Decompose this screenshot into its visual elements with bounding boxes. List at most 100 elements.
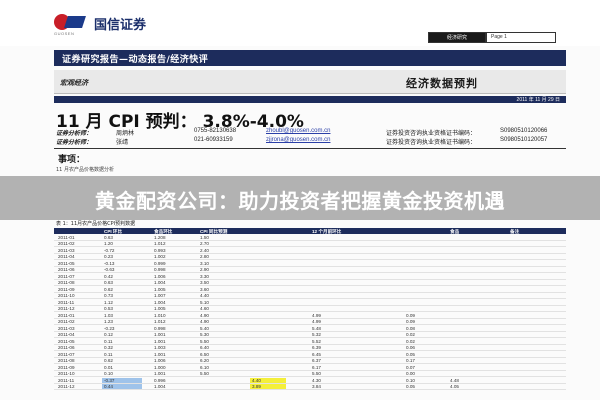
table-cell: 1.006 <box>154 358 166 364</box>
table-cell: 1.007 <box>154 293 166 299</box>
table-cell: 0.998 <box>154 267 166 273</box>
table-row: 2011-12 0.44 1.004 3.89 3.84 0.05 4.05 <box>54 384 566 390</box>
table-cell: 1.23 <box>104 319 113 325</box>
table-cell: 0.42 <box>104 273 113 279</box>
table-cell: 1.002 <box>154 254 166 260</box>
table-cell: 5.50 <box>200 338 209 344</box>
table-cell: 2011-04 <box>58 254 75 260</box>
table-cell: 1.012 <box>154 319 166 325</box>
table-cell: 3.84 <box>312 384 321 390</box>
analyst-cert: S0980510120066 <box>500 128 548 134</box>
table-cell: -0.72 <box>104 247 115 253</box>
table-cell: 4.90 <box>200 312 209 318</box>
logo-mark-icon: GUOSEN <box>54 12 88 36</box>
table-cell: 2011-07 <box>58 273 75 279</box>
events-summary: 11 月农产品价格数据分析 <box>56 167 114 173</box>
table-cell: 6.45 <box>312 351 321 357</box>
table-cell: 2011-02 <box>58 241 75 247</box>
table-cell: 5.32 <box>312 332 321 338</box>
analyst-cert-label: 证券投资咨询执业资格证书编码： <box>386 140 477 146</box>
table-cell: 2011-09 <box>58 286 75 292</box>
table-cell: 3.60 <box>200 286 209 292</box>
table-caption: 表 1：11月农产品价格CPI预判数据 <box>56 221 136 227</box>
table-cell: 0.05 <box>406 384 415 390</box>
table-cell: 0.09 <box>406 319 415 325</box>
analyst-email-link[interactable]: zjjrona@guosen.com.cn <box>266 137 330 143</box>
report-header: GUOSEN 国信证券 经济研究 Page 1 <box>0 0 600 46</box>
table-cell: -0.23 <box>104 325 115 331</box>
analyst-name: 张靖 <box>116 140 129 146</box>
table-cell: 2.90 <box>200 267 209 273</box>
table-cell: 2011-06 <box>58 345 75 351</box>
report-type-text: 证券研究报告—动态报告/经济快评 <box>62 55 209 65</box>
analyst-email-link[interactable]: zhoubl@guosen.com.cn <box>266 128 330 134</box>
table-cell: 5.10 <box>200 299 209 305</box>
analyst-row: 证券分析师： 周炳林 0755-82130638 zhoubl@guosen.c… <box>56 128 566 137</box>
table-cell: 5.30 <box>200 332 209 338</box>
table-cell: 2.70 <box>200 241 209 247</box>
analyst-cert-label: 证券投资咨询执业资格证书编码： <box>386 131 477 137</box>
table-cell: 1.001 <box>154 338 166 344</box>
table-cell: 2011-10 <box>58 293 75 299</box>
table-cell: 4.99 <box>312 312 321 318</box>
table-cell: 3.10 <box>200 260 209 266</box>
table-cell: 3.89 <box>250 384 286 390</box>
table-cell: 0.10 <box>406 377 415 383</box>
table-cell: 2011-07 <box>58 351 75 357</box>
table-cell: -0.63 <box>104 267 115 273</box>
table-cell: 0.12 <box>104 332 113 338</box>
table-cell: 0.10 <box>104 371 113 377</box>
table-cell: 1.12 <box>104 299 113 305</box>
analyst-role: 证券分析师： <box>56 131 93 137</box>
table-cell: 2011-03 <box>58 325 75 331</box>
table-cell: 6.10 <box>200 364 209 370</box>
report-date: 2011 年 11 月 29 日 <box>516 97 560 103</box>
table-cell: 5.52 <box>312 338 321 344</box>
table-cell: 2011-11 <box>58 377 75 383</box>
table-cell: 1.001 <box>154 371 166 377</box>
table-cell: 6.40 <box>200 345 209 351</box>
table-cell: 2011-01 <box>58 234 75 240</box>
macro-strip: 宏观经济 经济数据预判 <box>54 70 566 94</box>
table-cell: 6.39 <box>312 345 321 351</box>
table-cell: 2.40 <box>200 247 209 253</box>
table-cell: 0.62 <box>104 358 113 364</box>
table-cell: 6.50 <box>200 351 209 357</box>
table-cell: 2011-06 <box>58 267 75 273</box>
analyst-phone: 021-60933159 <box>194 137 233 143</box>
macro-category: 宏观经济 <box>60 79 88 87</box>
table-cell: 0.17 <box>406 358 415 364</box>
table-cell: 2011-08 <box>58 358 75 364</box>
macro-heading: 经济数据预判 <box>406 77 478 90</box>
table-cell: 4.40 <box>250 377 286 383</box>
table-cell: 1.20 <box>104 241 113 247</box>
table-cell: 1.005 <box>154 286 166 292</box>
table-cell: 0.08 <box>406 325 415 331</box>
table-cell: -0.13 <box>104 260 115 266</box>
table-cell: 0.00 <box>406 371 415 377</box>
table-cell: 1.004 <box>154 384 166 390</box>
table-body: 2011-01 0.63 1.208 1.50 2011-02 1.20 1.012 2.70… <box>54 234 566 390</box>
table-cell: 1.006 <box>154 273 166 279</box>
table-cell: 0.07 <box>406 364 415 370</box>
table-cell: 0.23 <box>104 254 113 260</box>
logo-sub-text: GUOSEN <box>54 31 75 36</box>
table-cell: 2011-12 <box>58 384 75 390</box>
analyst-row: 证券分析师： 张靖 021-60933159 zjjrona@guosen.co… <box>56 137 566 146</box>
table-cell: 1.004 <box>154 280 166 286</box>
table-cell: -0.37 <box>102 377 142 383</box>
table-cell: 6.37 <box>312 358 321 364</box>
analyst-cert: S0980510120057 <box>500 137 548 143</box>
table-cell: 2.80 <box>200 254 209 260</box>
table-cell: 4.99 <box>312 319 321 325</box>
table-cell: 0.996 <box>154 377 166 383</box>
date-bar: 2011 年 11 月 29 日 <box>54 96 566 103</box>
table-cell: 4.30 <box>312 377 321 383</box>
table-cell: 0.11 <box>104 338 113 344</box>
table-cell: 2011-11 <box>58 299 75 305</box>
table-cell: 1.004 <box>154 299 166 305</box>
report-category-box: 经济研究 <box>428 32 486 43</box>
analyst-role: 证券分析师： <box>56 140 93 146</box>
table-cell: 1.012 <box>154 241 166 247</box>
table-cell: 5.50 <box>312 371 321 377</box>
